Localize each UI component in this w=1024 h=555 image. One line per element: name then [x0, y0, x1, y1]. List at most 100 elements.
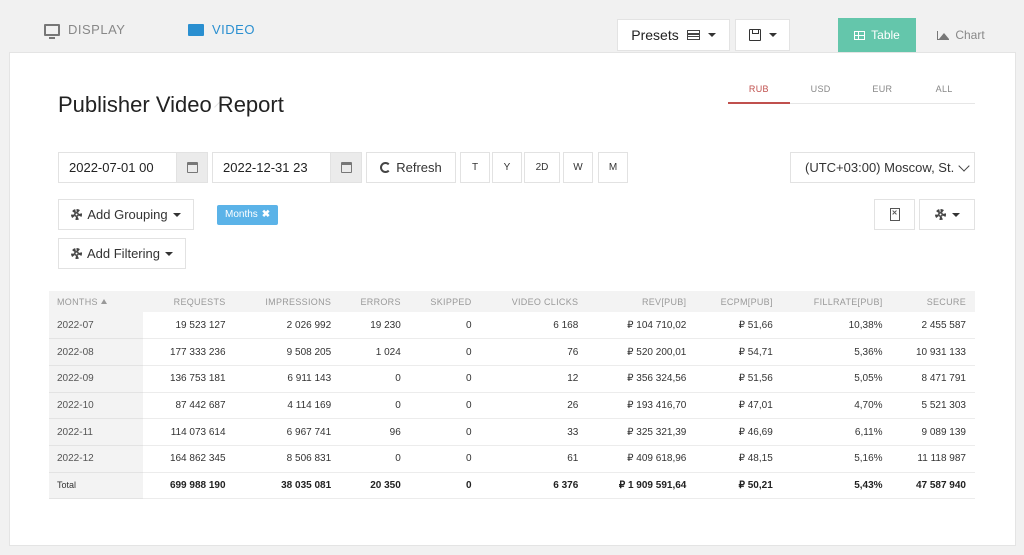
date-to-field[interactable]: 2022-12-31 23: [212, 152, 362, 183]
chevron-down-icon: [951, 212, 960, 217]
range-month-button[interactable]: M: [598, 152, 628, 183]
cell-errors: 0: [340, 365, 410, 393]
date-from-field[interactable]: 2022-07-01 00: [58, 152, 208, 183]
col-months[interactable]: MONTHS: [49, 291, 144, 312]
cell-video-clicks: 6 168: [480, 312, 588, 340]
cell-impressions: 9 508 205: [234, 338, 341, 366]
table-row: 2022-10 87 442 687 4 114 169 0 0 26 ₽ 193 416,…: [49, 392, 975, 420]
floppy-disk-icon: [748, 29, 761, 41]
timezone-select[interactable]: (UTC+03:00) Moscow, St.: [790, 152, 975, 183]
save-dropdown[interactable]: [735, 19, 790, 51]
cell-video-clicks: 6 376: [480, 472, 588, 500]
presets-dropdown[interactable]: Presets: [617, 19, 730, 51]
cell-skipped: 0: [409, 418, 481, 446]
cell-fillrate-pub: 5,43%: [781, 472, 892, 500]
col-secure[interactable]: SECURE: [891, 291, 975, 312]
monitor-icon: [44, 23, 60, 39]
calendar-icon: [340, 162, 352, 173]
close-icon[interactable]: ✖: [262, 205, 270, 225]
sort-ascending-icon: [100, 298, 107, 304]
cell-secure: 11 118 987: [891, 445, 975, 473]
cell-ecpm-pub: ₽ 50,21: [695, 472, 782, 500]
add-filtering-button[interactable]: Add Filtering: [58, 238, 186, 269]
cell-rev-pub: ₽ 104 710,02: [587, 312, 696, 340]
col-impressions[interactable]: IMPRESSIONS: [234, 291, 341, 312]
cell-errors: 19 230: [340, 312, 410, 340]
view-chart-button[interactable]: Chart: [926, 18, 996, 52]
table-total-row: Total 699 988 190 38 035 081 20 350 0 6 376 ₽ …: [49, 472, 975, 500]
add-grouping-button[interactable]: Add Grouping: [58, 199, 194, 230]
range-week-button[interactable]: W: [563, 152, 593, 183]
col-errors[interactable]: ERRORS: [340, 291, 410, 312]
cell-secure: 10 931 133: [891, 338, 975, 366]
export-excel-button[interactable]: ✕: [874, 199, 915, 230]
date-from-value[interactable]: 2022-07-01 00: [59, 153, 176, 182]
timezone-value: (UTC+03:00) Moscow, St.: [805, 160, 955, 175]
cell-ecpm-pub: ₽ 47,01: [695, 392, 782, 420]
date-to-calendar-button[interactable]: [330, 153, 361, 182]
cell-skipped: 0: [409, 445, 481, 473]
table-body: 2022-07 19 523 127 2 026 992 19 230 0 6 168 ₽ …: [49, 312, 975, 500]
refresh-label: Refresh: [396, 160, 442, 175]
col-requests[interactable]: REQUESTS: [143, 291, 235, 312]
col-skipped[interactable]: SKIPPED: [409, 291, 481, 312]
gear-icon: [71, 209, 83, 220]
tab-display[interactable]: DISPLAY: [44, 22, 125, 39]
currency-tab-rub[interactable]: RUB: [728, 84, 790, 104]
cell-month: 2022-09: [49, 365, 144, 393]
table-row: 2022-09 136 753 181 6 911 143 0 0 12 ₽ 356 324…: [49, 365, 975, 393]
view-table-label: Table: [871, 28, 900, 42]
view-table-button[interactable]: Table: [838, 18, 916, 52]
cell-impressions: 38 035 081: [234, 472, 341, 500]
cell-requests: 699 988 190: [143, 472, 235, 500]
chevron-down-icon: [768, 33, 777, 37]
view-chart-label: Chart: [955, 28, 985, 42]
cell-requests: 87 442 687: [143, 392, 235, 420]
cell-ecpm-pub: ₽ 54,71: [695, 338, 782, 366]
cell-month: 2022-08: [49, 338, 144, 366]
chevron-down-icon: [172, 212, 181, 217]
tab-video[interactable]: VIDEO: [188, 22, 255, 37]
currency-tab-usd[interactable]: USD: [790, 84, 852, 103]
range-2days-button[interactable]: 2D: [524, 152, 560, 183]
cell-skipped: 0: [409, 365, 481, 393]
col-months-label: MONTHS: [57, 296, 98, 307]
calendar-icon: [186, 162, 198, 173]
cell-requests: 177 333 236: [143, 338, 235, 366]
col-rev-pub[interactable]: REV[PUB]: [587, 291, 696, 312]
cell-requests: 114 073 614: [143, 418, 235, 446]
cell-fillrate-pub: 5,05%: [781, 365, 892, 393]
top-navigation: DISPLAY VIDEO Presets Table Chart: [0, 0, 1024, 52]
cell-skipped: 0: [409, 312, 481, 340]
cell-fillrate-pub: 5,36%: [781, 338, 892, 366]
cell-ecpm-pub: ₽ 48,15: [695, 445, 782, 473]
range-today-button[interactable]: T: [460, 152, 490, 183]
cell-ecpm-pub: ₽ 51,66: [695, 312, 782, 340]
chevron-down-icon: [707, 33, 716, 37]
date-to-value[interactable]: 2022-12-31 23: [213, 153, 330, 182]
currency-tab-eur[interactable]: EUR: [852, 84, 914, 103]
chevron-down-icon: [164, 251, 173, 256]
currency-tabs: RUB USD EUR ALL: [728, 84, 975, 104]
cell-rev-pub: ₽ 193 416,70: [587, 392, 696, 420]
cell-video-clicks: 61: [480, 445, 588, 473]
cell-ecpm-pub: ₽ 46,69: [695, 418, 782, 446]
range-yesterday-button[interactable]: Y: [492, 152, 522, 183]
grouping-chip-months[interactable]: Months ✖: [217, 205, 279, 225]
cell-ecpm-pub: ₽ 51,56: [695, 365, 782, 393]
cell-fillrate-pub: 10,38%: [781, 312, 892, 340]
cell-rev-pub: ₽ 325 321,39: [587, 418, 696, 446]
cell-errors: 20 350: [340, 472, 410, 500]
col-video-clicks[interactable]: VIDEO CLICKS: [480, 291, 588, 312]
date-from-calendar-button[interactable]: [176, 153, 207, 182]
presets-label: Presets: [631, 27, 679, 43]
cell-requests: 164 862 345: [143, 445, 235, 473]
refresh-button[interactable]: Refresh: [366, 152, 456, 183]
cell-fillrate-pub: 6,11%: [781, 418, 892, 446]
currency-tab-all[interactable]: ALL: [913, 84, 975, 103]
cell-impressions: 4 114 169: [234, 392, 341, 420]
cell-impressions: 2 026 992: [234, 312, 341, 340]
col-ecpm-pub[interactable]: ECPM[PUB]: [695, 291, 782, 312]
col-fillrate-pub[interactable]: FILLRATE[PUB]: [781, 291, 892, 312]
table-settings-button[interactable]: [919, 199, 975, 230]
